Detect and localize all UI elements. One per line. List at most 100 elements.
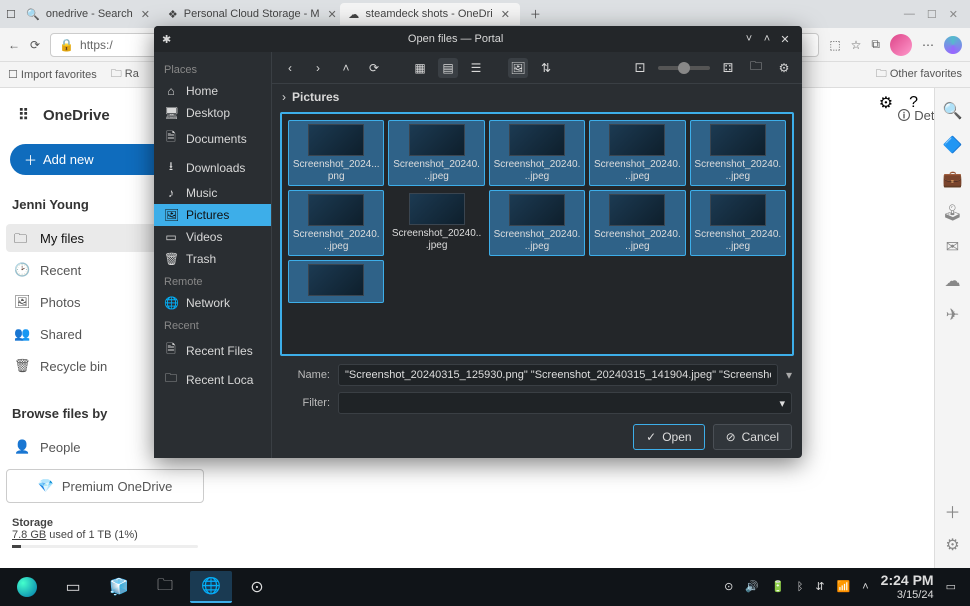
cancel-button[interactable]: ⊘ Cancel: [713, 424, 792, 450]
file-tile[interactable]: Screenshot_20240...jpeg: [589, 120, 685, 186]
bookmark-folder-ra[interactable]: 🗀 Ra: [111, 65, 139, 84]
file-thumbnail: [509, 194, 565, 226]
usb-icon[interactable]: ⇵: [815, 580, 824, 593]
tray-chevron-icon[interactable]: ˄: [862, 581, 868, 593]
places-item-home[interactable]: ⌂Home: [154, 80, 271, 102]
maximize-icon[interactable]: ☐: [927, 8, 937, 21]
tab-close-icon[interactable]: ✕: [139, 8, 152, 21]
close-window-icon[interactable]: ✕: [949, 8, 958, 21]
bluetooth-icon[interactable]: ᛒ: [797, 581, 804, 593]
view-icons-icon[interactable]: ▦: [410, 58, 430, 78]
view-compact-icon[interactable]: ▤: [438, 58, 458, 78]
places-item-trash[interactable]: 🗑Trash: [154, 248, 271, 270]
tools-icon[interactable]: 💼: [944, 170, 962, 188]
open-button[interactable]: ✓ Open: [633, 424, 704, 450]
show-desktop-button[interactable]: ▭: [946, 580, 956, 593]
nav-forward-icon[interactable]: ›: [308, 58, 328, 78]
minimize-icon[interactable]: —: [904, 8, 915, 21]
reload-icon[interactable]: ⟳: [364, 58, 384, 78]
file-grid[interactable]: Screenshot_2024...pngScreenshot_20240...…: [280, 112, 794, 356]
import-favorites[interactable]: ☐ Import favorites: [8, 68, 97, 81]
shopping-icon[interactable]: 🔷: [944, 136, 962, 154]
places-item-network[interactable]: 🌐Network: [154, 292, 271, 314]
zoom-out-icon[interactable]: ⚀: [630, 58, 650, 78]
volume-icon[interactable]: 🔊: [745, 580, 759, 593]
preview-toggle-icon[interactable]: 🖼: [508, 58, 528, 78]
file-tile[interactable]: Screenshot_20240...jpeg: [489, 120, 585, 186]
places-item-music[interactable]: ♪Music: [154, 182, 271, 204]
sort-icon[interactable]: ⇅: [536, 58, 556, 78]
browser-tab[interactable]: 🔍onedrive - Search✕: [18, 3, 160, 25]
recent-label: Recent Files: [186, 344, 253, 358]
name-dropdown-icon[interactable]: ▾: [786, 368, 792, 382]
settings-icon[interactable]: ⚙: [879, 93, 893, 113]
copilot-icon[interactable]: [944, 36, 962, 54]
file-tile[interactable]: Screenshot_20240...jpeg: [489, 190, 585, 256]
recent-item[interactable]: 🗎Recent Files: [154, 336, 271, 365]
other-favorites[interactable]: 🗀 Other favorites: [876, 65, 962, 84]
nav-back-icon[interactable]: ‹: [280, 58, 300, 78]
dialog-minimize-icon[interactable]: ˅: [740, 33, 758, 45]
new-folder-icon[interactable]: 🗀: [746, 58, 766, 78]
dialog-titlebar[interactable]: ✱ Open files — Portal ˅ ˄ ✕: [154, 26, 802, 52]
zoom-in-icon[interactable]: ⚃: [718, 58, 738, 78]
file-tile[interactable]: Screenshot_20240...jpeg: [288, 190, 384, 256]
taskbar-app-discover[interactable]: 🧊: [98, 571, 140, 603]
outlook-icon[interactable]: ✉: [944, 238, 962, 256]
file-tile[interactable]: Screenshot_20240...jpeg: [690, 120, 786, 186]
refresh-icon[interactable]: ⟳: [30, 38, 40, 52]
places-item-downloads[interactable]: ⭳Downloads: [154, 153, 271, 182]
dialog-maximize-icon[interactable]: ˄: [758, 33, 776, 45]
recent-item[interactable]: 🗀Recent Loca: [154, 365, 271, 394]
browser-tab[interactable]: ❖Personal Cloud Storage - M✕: [160, 3, 340, 25]
nav-up-icon[interactable]: ˄: [336, 58, 356, 78]
breadcrumb[interactable]: › Pictures: [272, 84, 802, 110]
file-tile[interactable]: Screenshot_20240...jpeg: [690, 190, 786, 256]
battery-icon[interactable]: 🔋: [771, 580, 785, 593]
games-icon[interactable]: 🕹: [944, 204, 962, 222]
sidebar-settings-icon[interactable]: ⚙: [944, 536, 962, 554]
file-tile[interactable]: Screenshot_20240...jpeg: [388, 120, 484, 186]
dialog-close-icon[interactable]: ✕: [776, 33, 794, 46]
steam-tray-icon[interactable]: ⊙: [724, 580, 733, 593]
menu-icon[interactable]: ⋯: [922, 38, 934, 52]
zoom-slider[interactable]: [658, 66, 710, 70]
tab-close-icon[interactable]: ✕: [499, 8, 512, 21]
send-icon[interactable]: ✈: [944, 306, 962, 324]
cloud-sync-icon[interactable]: ⬚: [829, 38, 840, 52]
tab-close-icon[interactable]: ✕: [326, 8, 339, 21]
file-tile[interactable]: Screenshot_20240...jpeg: [589, 190, 685, 256]
file-tile[interactable]: Screenshot_2024...png: [288, 120, 384, 186]
search-icon[interactable]: 🔍: [944, 102, 962, 120]
add-sidebar-icon[interactable]: ＋: [944, 502, 962, 520]
file-tile[interactable]: Screenshot_20240...jpeg: [388, 190, 484, 256]
back-icon[interactable]: ←: [8, 38, 20, 52]
settings-icon[interactable]: ⚙: [774, 58, 794, 78]
start-button[interactable]: [6, 571, 48, 603]
taskbar-app-steam[interactable]: ⊙: [236, 571, 278, 603]
app-launcher-icon[interactable]: ⠿: [18, 106, 29, 124]
places-item-documents[interactable]: 🗎Documents: [154, 124, 271, 153]
places-item-desktop[interactable]: 🖥Desktop: [154, 102, 271, 124]
task-view-button[interactable]: ▭: [52, 571, 94, 603]
workspace-icon[interactable]: ☐: [6, 8, 16, 21]
taskbar-app-edge[interactable]: 🌐: [190, 571, 232, 603]
extensions-icon[interactable]: ⧉: [871, 37, 880, 52]
downloads-icon: ⭳: [164, 157, 178, 178]
onedrive-tray-icon[interactable]: ☁: [944, 272, 962, 290]
new-tab-button[interactable]: ＋: [522, 6, 549, 22]
view-details-icon[interactable]: ☰: [466, 58, 486, 78]
premium-button[interactable]: 💎 Premium OneDrive: [6, 469, 204, 503]
filename-input[interactable]: [338, 364, 778, 386]
file-tile[interactable]: [288, 260, 384, 303]
profile-avatar[interactable]: [890, 34, 912, 56]
browser-tab[interactable]: ☁steamdeck shots - OneDri✕: [340, 3, 520, 25]
clock[interactable]: 2:24 PM 3/15/24: [881, 573, 934, 600]
favorites-icon[interactable]: ☆: [851, 38, 862, 52]
wifi-icon[interactable]: 📶: [837, 580, 851, 593]
taskbar-app-files[interactable]: 🗀: [144, 571, 186, 603]
help-icon[interactable]: ?: [909, 94, 918, 112]
filter-select[interactable]: ▾: [338, 392, 792, 414]
places-item-videos[interactable]: ▭Videos: [154, 226, 271, 248]
places-item-pictures[interactable]: 🖼Pictures: [154, 204, 271, 226]
